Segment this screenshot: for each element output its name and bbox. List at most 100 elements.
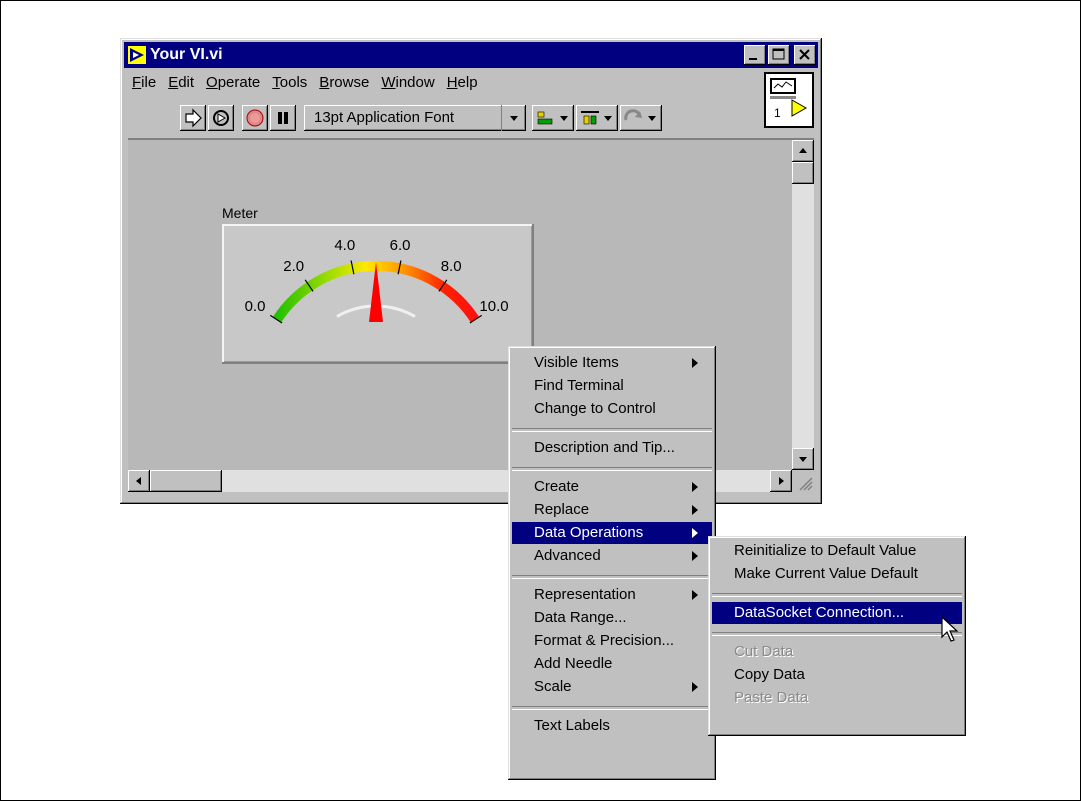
- meter-indicator[interactable]: [222, 224, 534, 364]
- scroll-up-button[interactable]: [792, 140, 814, 162]
- menu-item-label: DataSocket Connection...: [734, 604, 905, 621]
- distribute-objects-button[interactable]: [576, 105, 618, 131]
- toolbar: 13pt Application Font: [180, 102, 664, 134]
- menu-item-cut-data: Cut Data: [712, 641, 962, 663]
- meter-tick-label: 6.0: [389, 236, 411, 254]
- menu-item-copy-data[interactable]: Copy Data: [712, 664, 962, 686]
- resize-grip[interactable]: [792, 470, 814, 492]
- menu-item-label: Scale: [534, 678, 572, 695]
- menu-window[interactable]: Window: [381, 74, 434, 98]
- menu-separator: [512, 467, 712, 471]
- menu-item-label: Cut Data: [734, 643, 794, 660]
- menu-item-label: Copy Data: [734, 666, 805, 683]
- arrow-right-icon: [779, 477, 784, 485]
- menu-browse[interactable]: Browse: [319, 74, 369, 98]
- pause-icon: [278, 112, 288, 124]
- menu-item-paste-data: Paste Data: [712, 687, 962, 709]
- abort-button[interactable]: [242, 105, 268, 131]
- close-button[interactable]: [794, 45, 816, 65]
- menu-item-create[interactable]: Create: [512, 476, 712, 498]
- menu-operate[interactable]: Operate: [206, 74, 260, 98]
- submenu-arrow-icon: [692, 682, 698, 692]
- reorder-objects-button[interactable]: [620, 105, 662, 131]
- pause-button[interactable]: [270, 105, 296, 131]
- resize-grip-icon: [799, 477, 813, 491]
- vi-icon[interactable]: 1: [764, 72, 814, 128]
- menu-item-label: Text Labels: [534, 717, 610, 734]
- menu-item-label: Add Needle: [534, 655, 613, 672]
- menu-item-label: Paste Data: [734, 689, 809, 706]
- menu-help[interactable]: Help: [447, 74, 478, 98]
- menu-item-label: Make Current Value Default: [734, 565, 918, 582]
- maximize-button[interactable]: [768, 45, 790, 65]
- align-objects-button[interactable]: [532, 105, 574, 131]
- minimize-icon: [749, 58, 757, 60]
- menu-edit[interactable]: Edit: [168, 74, 194, 98]
- menu-item-data-range[interactable]: Data Range...: [512, 607, 712, 629]
- run-arrow-icon: [185, 108, 202, 128]
- submenu-arrow-icon: [692, 482, 698, 492]
- distribute-icon: [581, 111, 612, 125]
- maximize-icon: [772, 48, 785, 60]
- menu-separator: [512, 706, 712, 710]
- menu-item-label: Format & Precision...: [534, 632, 675, 649]
- meter-tick-label: 10.0: [479, 297, 509, 315]
- menu-item-advanced[interactable]: Advanced: [512, 545, 712, 567]
- menu-item-label: Description and Tip...: [534, 439, 675, 456]
- menu-item-replace[interactable]: Replace: [512, 499, 712, 521]
- menu-item-label: Representation: [534, 586, 636, 603]
- menu-item-label: Advanced: [534, 547, 601, 564]
- minimize-button[interactable]: [744, 45, 766, 65]
- title-bar[interactable]: Your VI.vi: [124, 42, 818, 68]
- menu-item-label: Data Range...: [534, 609, 627, 626]
- menu-item-make-current-value-default[interactable]: Make Current Value Default: [712, 563, 962, 585]
- font-selector[interactable]: 13pt Application Font: [304, 105, 526, 131]
- meter-tick-label: 4.0: [334, 236, 356, 254]
- data-operations-submenu: Reinitialize to Default Value Make Curren…: [708, 536, 966, 736]
- scroll-down-button[interactable]: [792, 448, 814, 470]
- menu-item-representation[interactable]: Representation: [512, 584, 712, 606]
- menu-item-visible-items[interactable]: Visible Items: [512, 352, 712, 374]
- chevron-down-icon[interactable]: [501, 105, 526, 131]
- menu-item-label: Replace: [534, 501, 590, 518]
- arrow-down-icon: [799, 457, 807, 462]
- menu-file[interactable]: File: [132, 74, 156, 98]
- menu-item-label: Find Terminal: [534, 377, 624, 394]
- menu-item-add-needle[interactable]: Add Needle: [512, 653, 712, 675]
- submenu-arrow-icon: [692, 505, 698, 515]
- menu-item-scale[interactable]: Scale: [512, 676, 712, 698]
- meter-tick-label: 0.0: [244, 297, 266, 315]
- submenu-arrow-icon: [692, 358, 698, 368]
- menu-item-find-terminal[interactable]: Find Terminal: [512, 375, 712, 397]
- arrow-left-icon: [136, 477, 141, 485]
- menu-item-format-precision[interactable]: Format & Precision...: [512, 630, 712, 652]
- menu-bar: File Edit Operate Tools Browse Window Help: [126, 74, 484, 98]
- meter-tick-label: 2.0: [283, 258, 305, 276]
- scroll-right-button[interactable]: [770, 470, 792, 492]
- run-continuously-button[interactable]: [208, 105, 234, 131]
- meter-tick-label: 8.0: [440, 258, 462, 276]
- menu-tools[interactable]: Tools: [272, 74, 307, 98]
- align-icon: [537, 111, 568, 125]
- submenu-arrow-icon: [692, 590, 698, 600]
- run-button[interactable]: [180, 105, 206, 131]
- vertical-scroll-thumb[interactable]: [792, 162, 814, 184]
- horizontal-scroll-thumb[interactable]: [150, 470, 222, 492]
- menu-item-label: Visible Items: [534, 354, 619, 371]
- menu-item-text-labels[interactable]: Text Labels: [512, 715, 712, 737]
- menu-item-label: Create: [534, 478, 580, 495]
- menu-item-data-operations[interactable]: Data Operations: [512, 522, 712, 544]
- menu-separator: [712, 593, 962, 597]
- scroll-left-button[interactable]: [128, 470, 150, 492]
- vertical-scrollbar[interactable]: [792, 140, 814, 470]
- menu-item-datasocket-connection[interactable]: DataSocket Connection...: [712, 602, 962, 624]
- reorder-icon: [624, 109, 656, 121]
- menu-item-description-and-tip[interactable]: Description and Tip...: [512, 437, 712, 459]
- context-menu: Visible Items Find Terminal Change to Cont…: [508, 346, 716, 780]
- menu-item-change-to-control[interactable]: Change to Control: [512, 398, 712, 420]
- arrow-up-icon: [799, 148, 807, 153]
- font-selector-value: 13pt Application Font: [314, 109, 455, 126]
- run-continuously-icon: [213, 110, 229, 126]
- menu-item-reinitialize-to-default-value[interactable]: Reinitialize to Default Value: [712, 540, 962, 562]
- menu-separator: [712, 632, 962, 636]
